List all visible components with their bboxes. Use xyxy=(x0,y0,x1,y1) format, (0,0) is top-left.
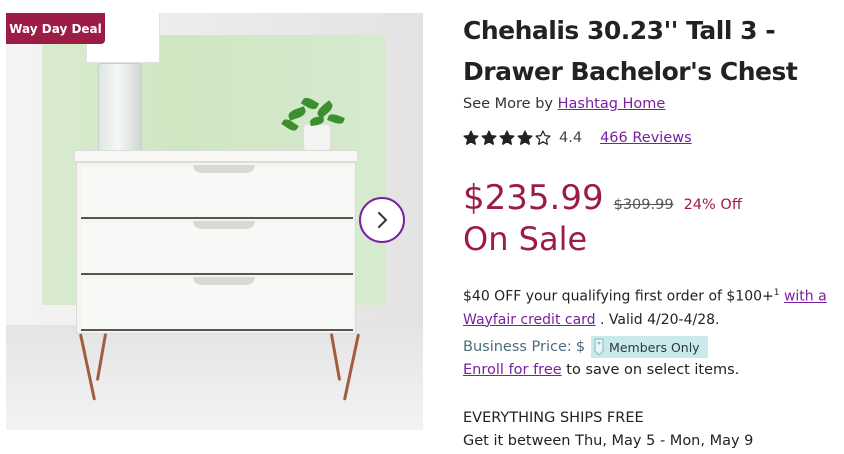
dresser-drawer xyxy=(81,221,353,275)
star-filled-icon xyxy=(481,130,497,145)
members-only-badge: Members Only xyxy=(591,336,708,358)
enroll-link[interactable]: Enroll for free xyxy=(463,362,562,378)
see-more-brand: See More by Hashtag Home xyxy=(463,96,665,112)
star-outline-icon xyxy=(535,130,551,145)
on-sale-label: On Sale xyxy=(463,220,588,258)
star-filled-icon xyxy=(463,130,479,145)
business-price-row: Business Price: $ Members Only xyxy=(463,336,708,358)
price-tag-icon xyxy=(594,338,604,356)
drawer-handle xyxy=(193,221,255,229)
rating-value: 4.4 xyxy=(559,130,583,146)
next-image-button[interactable] xyxy=(359,197,405,243)
drawer-handle xyxy=(193,165,255,173)
brand-link[interactable]: Hashtag Home xyxy=(558,96,666,112)
star-filled-icon xyxy=(517,130,533,145)
star-filled-icon xyxy=(499,130,515,145)
dresser-illustration xyxy=(74,150,358,334)
sale-price: $235.99 xyxy=(463,178,604,218)
reviews-link[interactable]: 466 Reviews xyxy=(600,130,692,146)
delivery-estimate: Get it between Thu, May 5 - Mon, May 9 xyxy=(463,433,754,449)
price-row: $235.99 $309.99 24% Off xyxy=(463,178,742,218)
product-title: Chehalis 30.23'' Tall 3 - Drawer Bachelo… xyxy=(463,16,798,86)
dresser-drawer xyxy=(81,277,353,331)
was-price: $309.99 xyxy=(613,197,674,213)
chevron-right-icon xyxy=(378,212,387,228)
promo-text: $40 OFF your qualifying first order of $… xyxy=(463,288,774,305)
drawer-handle xyxy=(193,277,255,285)
deal-badge: Way Day Deal xyxy=(6,13,105,44)
star-rating xyxy=(463,130,551,146)
business-price-label: Business Price: xyxy=(463,339,572,355)
promo-valid-dates: . Valid 4/20-4/28. xyxy=(600,311,720,328)
members-only-label: Members Only xyxy=(609,339,700,355)
dresser-top xyxy=(74,150,358,162)
business-price-currency: $ xyxy=(575,339,586,355)
enroll-row: Enroll for free to save on select items. xyxy=(463,362,739,378)
dresser-drawer xyxy=(81,165,353,219)
credit-card-promo: $40 OFF your qualifying first order of $… xyxy=(463,282,838,332)
image-floor xyxy=(6,325,423,430)
rating-row: 4.4 466 Reviews xyxy=(463,130,692,146)
see-more-prefix: See More by xyxy=(463,96,553,112)
promo-footnote: 1 xyxy=(773,288,780,298)
dresser-body xyxy=(76,162,356,334)
percent-off: 24% Off xyxy=(683,197,742,213)
free-shipping-headline: EVERYTHING SHIPS FREE xyxy=(463,410,644,426)
enroll-suffix: to save on select items. xyxy=(566,362,740,378)
